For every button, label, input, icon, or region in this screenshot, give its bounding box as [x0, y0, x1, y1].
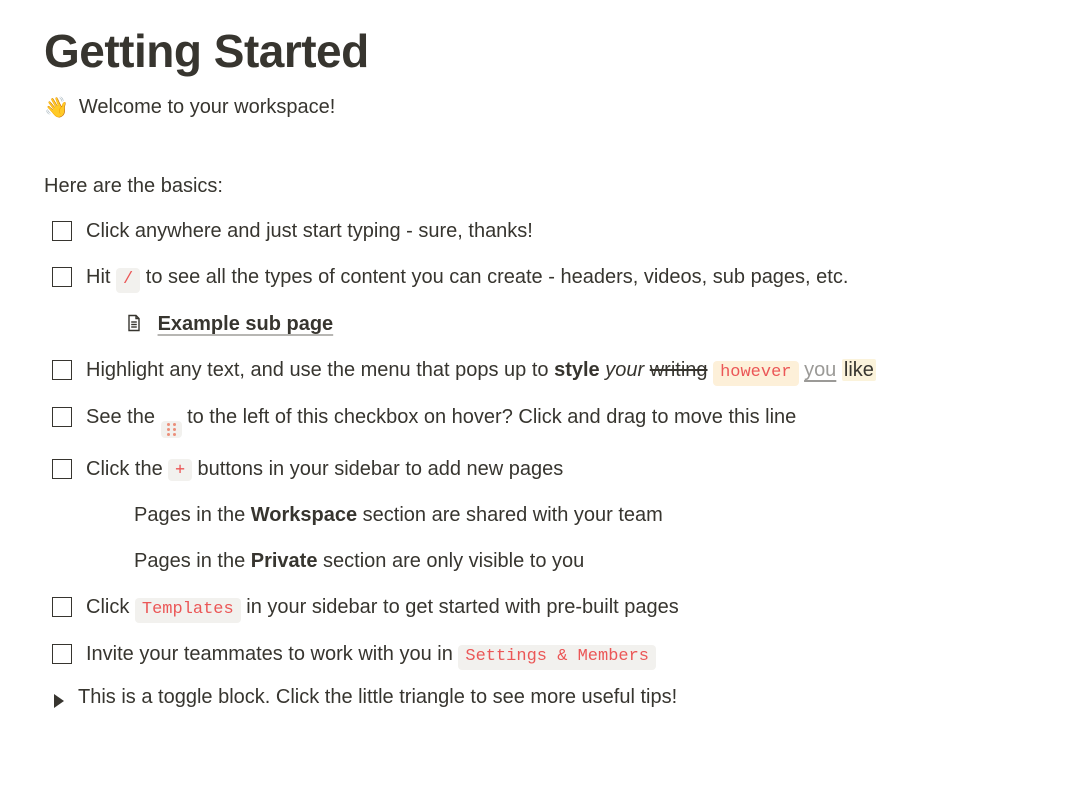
inline-code-however: however — [713, 361, 798, 386]
todo-item-7[interactable]: Invite your teammates to work with you i… — [52, 639, 1043, 670]
inline-code-templates: Templates — [135, 598, 241, 623]
slash-key: / — [116, 268, 140, 293]
todo-text: See the to the left of this checkbox on … — [86, 402, 1043, 438]
welcome-line[interactable]: 👋 Welcome to your workspace! — [44, 96, 1043, 119]
todo-item-3[interactable]: Highlight any text, and use the menu tha… — [52, 355, 1043, 386]
toggle-triangle-icon[interactable] — [54, 694, 64, 708]
checkbox[interactable] — [52, 459, 72, 479]
toggle-block[interactable]: This is a toggle block. Click the little… — [52, 686, 1043, 709]
basics-heading[interactable]: Here are the basics: — [44, 175, 1043, 198]
todo-text: Click the + buttons in your sidebar to a… — [86, 454, 1043, 484]
checkbox[interactable] — [52, 597, 72, 617]
checkbox[interactable] — [52, 267, 72, 287]
welcome-text: Welcome to your workspace! — [79, 96, 335, 119]
todo-item-5[interactable]: Click the + buttons in your sidebar to a… — [52, 454, 1043, 484]
page-icon — [124, 312, 144, 332]
subpage-link[interactable]: Example sub page — [158, 313, 334, 335]
checkbox[interactable] — [52, 644, 72, 664]
subpage-row[interactable]: Example sub page — [92, 309, 1043, 339]
todo-text: Click anywhere and just start typing - s… — [86, 216, 1043, 246]
text: Pages in the Private section are only vi… — [134, 546, 1043, 576]
todo-item-6[interactable]: Click Templates in your sidebar to get s… — [52, 592, 1043, 623]
todo-5-sub1[interactable]: Pages in the Workspace section are share… — [134, 500, 1043, 530]
todo-text: Click Templates in your sidebar to get s… — [86, 592, 1043, 623]
todo-item-2[interactable]: Hit / to see all the types of content yo… — [52, 262, 1043, 293]
drag-handle-icon — [161, 421, 182, 438]
page-root: Getting Started 👋 Welcome to your worksp… — [0, 0, 1087, 763]
checkbox[interactable] — [52, 360, 72, 380]
plus-icon: + — [168, 459, 192, 481]
page-title[interactable]: Getting Started — [44, 24, 1043, 78]
todo-text: Hit / to see all the types of content yo… — [86, 262, 1043, 293]
toggle-text: This is a toggle block. Click the little… — [78, 686, 1043, 709]
todo-5-sub2[interactable]: Pages in the Private section are only vi… — [134, 546, 1043, 576]
todo-item-1[interactable]: Click anywhere and just start typing - s… — [52, 216, 1043, 246]
todo-item-4[interactable]: See the to the left of this checkbox on … — [52, 402, 1043, 438]
checkbox[interactable] — [52, 407, 72, 427]
inline-code-settings-members: Settings & Members — [458, 645, 656, 670]
todo-text: Invite your teammates to work with you i… — [86, 639, 1043, 670]
checkbox[interactable] — [52, 221, 72, 241]
todo-text: Highlight any text, and use the menu tha… — [86, 355, 1043, 386]
text: Pages in the Workspace section are share… — [134, 500, 1043, 530]
wave-icon: 👋 — [44, 98, 69, 118]
